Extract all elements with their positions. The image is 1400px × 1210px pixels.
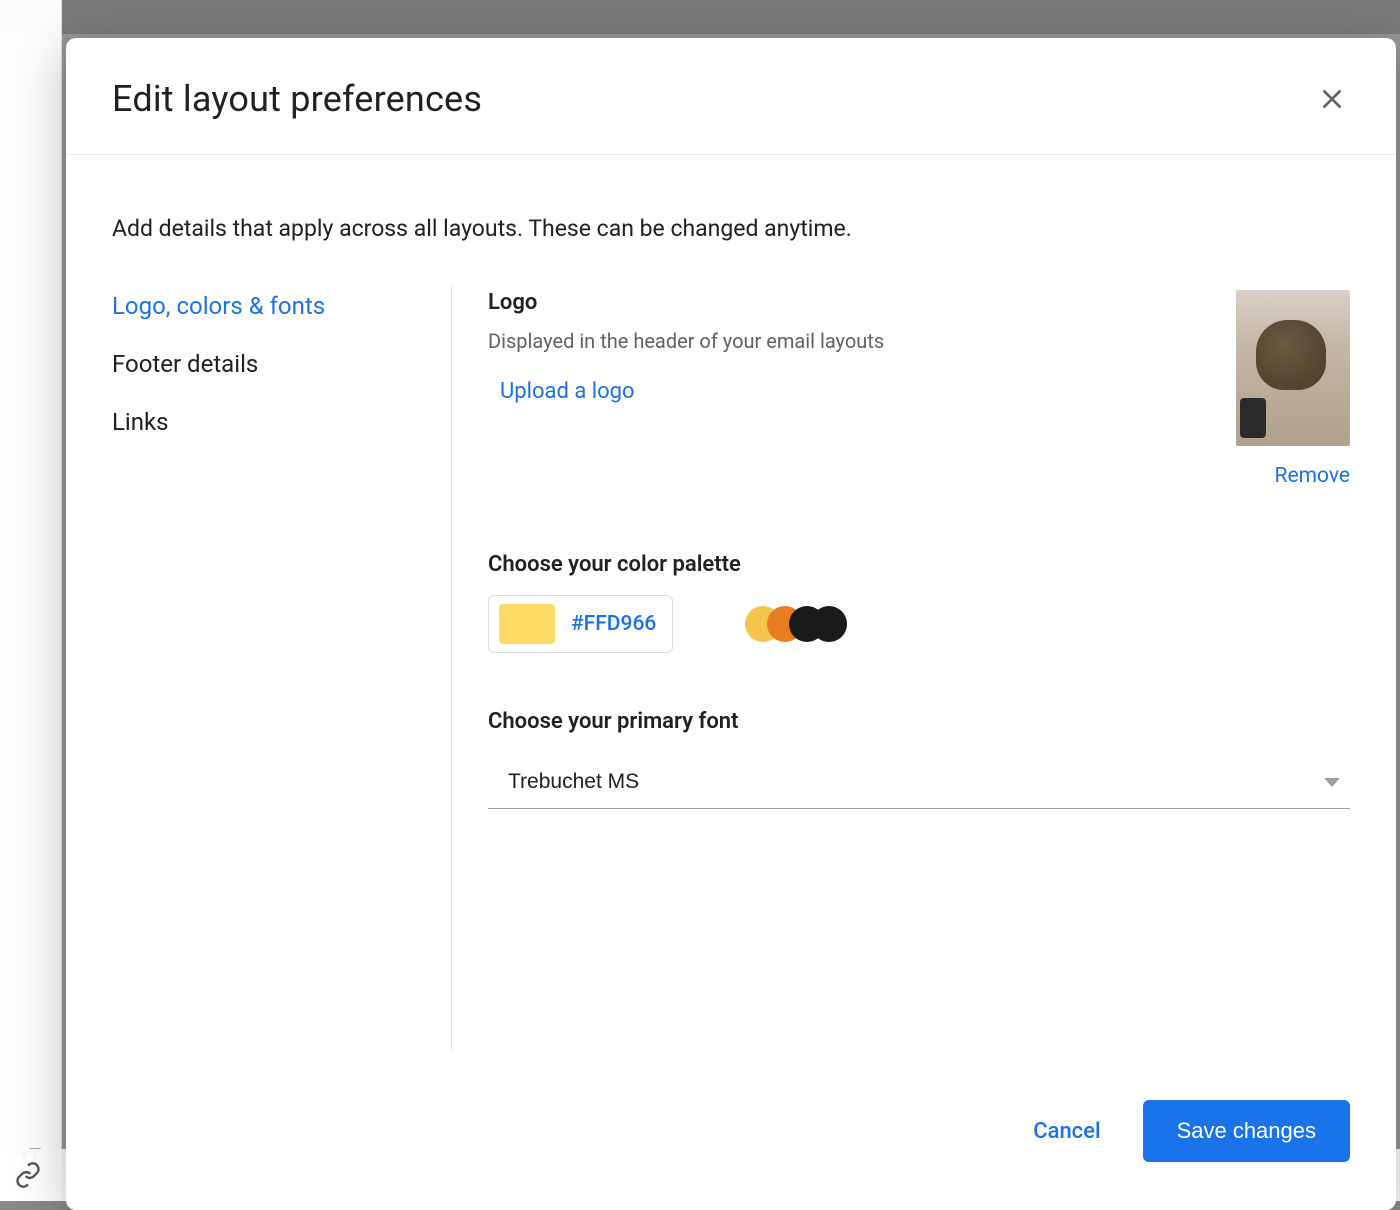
nav-item-links[interactable]: Links bbox=[112, 408, 431, 436]
primary-font-select[interactable]: Trebuchet MS bbox=[488, 756, 1350, 809]
logo-thumbnail[interactable] bbox=[1236, 290, 1350, 446]
chevron-down-icon bbox=[1324, 778, 1340, 787]
primary-color-input[interactable]: #FFD966 bbox=[488, 595, 673, 653]
side-nav: Logo, colors & fonts Footer details Link… bbox=[112, 286, 452, 1050]
logo-heading: Logo bbox=[488, 290, 1230, 315]
primary-color-swatch bbox=[499, 604, 555, 644]
upload-logo-button[interactable]: Upload a logo bbox=[488, 379, 635, 404]
cancel-button[interactable]: Cancel bbox=[1027, 1109, 1106, 1154]
primary-color-hex: #FFD966 bbox=[571, 612, 656, 636]
logo-desc: Displayed in the header of your email la… bbox=[488, 329, 1230, 353]
palette-preview bbox=[745, 606, 847, 642]
close-icon bbox=[1319, 86, 1345, 112]
close-button[interactable] bbox=[1314, 81, 1350, 117]
font-heading: Choose your primary font bbox=[488, 709, 1350, 734]
left-toolbar: тT bbox=[0, 0, 62, 1201]
nav-item-logo-colors-fonts[interactable]: Logo, colors & fonts bbox=[112, 292, 431, 320]
intro-text: Add details that apply across all layout… bbox=[112, 215, 1350, 242]
edit-layout-preferences-modal: Edit layout preferences Add details that… bbox=[66, 38, 1396, 1210]
modal-header: Edit layout preferences bbox=[66, 38, 1396, 155]
modal-title: Edit layout preferences bbox=[112, 78, 482, 120]
link-icon[interactable] bbox=[14, 1161, 42, 1189]
modal-footer: Cancel Save changes bbox=[66, 1070, 1396, 1210]
nav-item-footer-details[interactable]: Footer details bbox=[112, 350, 431, 378]
palette-dot bbox=[811, 606, 847, 642]
main-panel: Logo Displayed in the header of your ema… bbox=[452, 286, 1350, 1050]
palette-heading: Choose your color palette bbox=[488, 552, 1350, 577]
selected-font-label: Trebuchet MS bbox=[508, 770, 639, 794]
remove-logo-button[interactable]: Remove bbox=[1275, 464, 1351, 488]
save-changes-button[interactable]: Save changes bbox=[1143, 1100, 1350, 1162]
